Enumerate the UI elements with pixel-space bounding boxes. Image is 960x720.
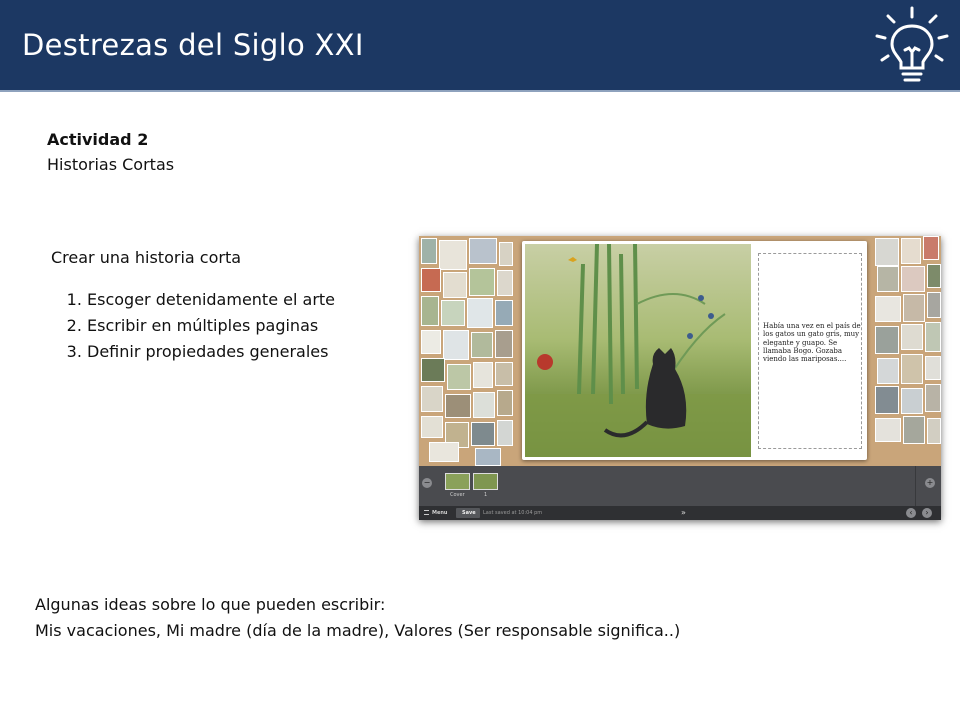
story-text[interactable]: Había una vez en el país de los gatos un… [763, 322, 861, 363]
art-thumbnail[interactable] [445, 394, 471, 418]
art-thumbnail[interactable] [495, 330, 513, 358]
art-thumbnail[interactable] [443, 330, 469, 360]
art-thumbnail[interactable] [421, 296, 439, 326]
activity-number: Actividad 2 [47, 130, 149, 149]
art-thumbnail[interactable] [927, 292, 941, 318]
art-thumbnail[interactable] [497, 270, 513, 296]
page-filmstrip: − Cover 1 + [419, 466, 941, 506]
slide-title: Destrezas del Siglo XXI [22, 28, 364, 62]
save-status: Last saved at 10:04 pm [483, 510, 543, 516]
art-thumbnail[interactable] [429, 442, 459, 462]
activity-subtitle: Historias Cortas [47, 155, 175, 174]
art-thumbnail[interactable] [927, 418, 941, 444]
task-step: Escribir en múltiples paginas [87, 313, 335, 339]
add-page-button[interactable]: + [925, 478, 935, 488]
art-thumbnail[interactable] [903, 416, 925, 444]
bottom-toolbar: Menu Save Last saved at 10:04 pm » ‹ › [419, 506, 941, 520]
art-thumbnail[interactable] [877, 266, 899, 292]
task-step: Escoger detenidamente el arte [87, 287, 335, 313]
art-thumbnail[interactable] [447, 364, 471, 390]
art-gallery-left [419, 236, 515, 466]
activity-block: Actividad 2 Historias Cortas [47, 127, 174, 177]
art-thumbnail[interactable] [495, 300, 513, 326]
prev-page-button[interactable]: ‹ [906, 508, 916, 518]
art-thumbnail[interactable] [475, 448, 501, 466]
art-thumbnail[interactable] [443, 272, 467, 298]
book-page-spread: Había una vez en el país de los gatos un… [522, 241, 867, 460]
art-thumbnail[interactable] [471, 422, 495, 446]
art-thumbnail[interactable] [473, 392, 495, 418]
art-thumbnail[interactable] [421, 268, 441, 292]
art-thumbnail[interactable] [471, 332, 493, 358]
cat-bamboo-illustration [525, 244, 751, 457]
art-thumbnail[interactable] [901, 354, 923, 384]
art-thumbnail[interactable] [421, 330, 441, 354]
task-heading: Crear una historia corta [51, 248, 242, 267]
next-page-button[interactable]: › [922, 508, 932, 518]
art-thumbnail[interactable] [901, 238, 921, 264]
art-thumbnail[interactable] [901, 324, 923, 350]
art-thumbnail[interactable] [497, 390, 513, 416]
cover-thumbnail[interactable] [445, 473, 470, 490]
art-thumbnail[interactable] [421, 386, 443, 412]
page-number-label: 1 [484, 492, 488, 498]
art-thumbnail[interactable] [875, 296, 901, 322]
art-thumbnail[interactable] [875, 326, 899, 354]
art-thumbnail[interactable] [441, 300, 465, 326]
page-illustration[interactable] [525, 244, 751, 457]
task-step: Definir propiedades generales [87, 339, 335, 365]
art-thumbnail[interactable] [927, 264, 941, 288]
lightbulb-icon [875, 6, 949, 82]
art-thumbnail[interactable] [901, 388, 923, 414]
filmstrip-prev-button[interactable]: − [422, 478, 432, 488]
art-thumbnail[interactable] [497, 420, 513, 446]
art-thumbnail[interactable] [901, 266, 925, 292]
menu-button[interactable]: Menu [432, 510, 448, 516]
art-thumbnail[interactable] [469, 268, 495, 296]
task-block: Crear una historia corta Escoger detenid… [51, 245, 335, 365]
ideas-block: Algunas ideas sobre lo que pueden escrib… [35, 592, 680, 644]
art-thumbnail[interactable] [877, 358, 899, 384]
menu-icon[interactable] [424, 510, 429, 515]
task-steps: Escoger detenidamente el arte Escribir e… [51, 287, 335, 365]
art-thumbnail[interactable] [903, 294, 925, 322]
art-thumbnail[interactable] [421, 416, 443, 438]
art-thumbnail[interactable] [923, 236, 939, 260]
art-thumbnail[interactable] [439, 240, 467, 270]
art-thumbnail[interactable] [875, 418, 901, 442]
art-thumbnail[interactable] [875, 238, 899, 266]
collapse-chevron-icon[interactable]: » [681, 508, 686, 518]
cover-label: Cover [450, 492, 465, 498]
divider [915, 466, 916, 506]
art-thumbnail[interactable] [499, 242, 513, 266]
ideas-intro: Algunas ideas sobre lo que pueden escrib… [35, 595, 386, 614]
art-thumbnail[interactable] [925, 384, 941, 412]
storybook-app-screenshot: Había una vez en el país de los gatos un… [419, 236, 941, 520]
art-thumbnail[interactable] [473, 362, 493, 388]
art-thumbnail[interactable] [467, 298, 493, 328]
save-button[interactable]: Save [462, 510, 476, 516]
art-gallery-right [871, 236, 941, 466]
slide-header: Destrezas del Siglo XXI [0, 0, 960, 92]
art-thumbnail[interactable] [495, 362, 513, 386]
ideas-list: Mis vacaciones, Mi madre (día de la madr… [35, 621, 681, 640]
page-thumbnail[interactable] [473, 473, 498, 490]
art-thumbnail[interactable] [875, 386, 899, 414]
art-thumbnail[interactable] [421, 358, 445, 382]
art-thumbnail[interactable] [925, 356, 941, 380]
art-thumbnail[interactable] [421, 238, 437, 264]
story-text-page[interactable]: Había una vez en el país de los gatos un… [758, 253, 862, 449]
art-thumbnail[interactable] [469, 238, 497, 264]
art-thumbnail[interactable] [925, 322, 941, 352]
